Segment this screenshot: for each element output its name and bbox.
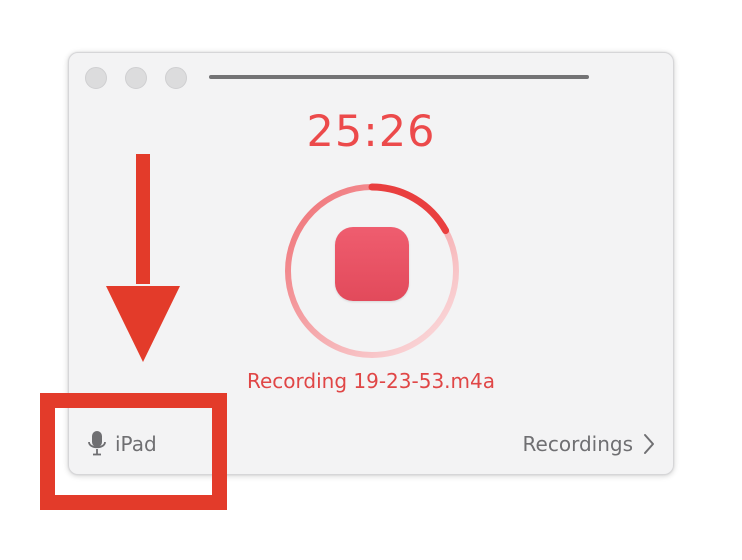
chevron-right-icon (643, 433, 655, 455)
down-arrow-icon (106, 154, 180, 362)
recording-filename: Recording 19-23-53.m4a (247, 369, 495, 393)
elapsed-time: 25:26 (306, 107, 436, 157)
microphone-icon (87, 429, 107, 459)
recordings-link[interactable]: Recordings (523, 429, 655, 459)
title-bar-progress-bar (209, 75, 589, 79)
input-device-label: iPad (115, 432, 157, 456)
stop-recording-button[interactable] (335, 227, 409, 301)
minimize-button[interactable] (125, 67, 147, 89)
zoom-button[interactable] (165, 67, 187, 89)
close-button[interactable] (85, 67, 107, 89)
input-device-selector[interactable]: iPad (87, 429, 157, 459)
recordings-link-label: Recordings (522, 432, 633, 456)
